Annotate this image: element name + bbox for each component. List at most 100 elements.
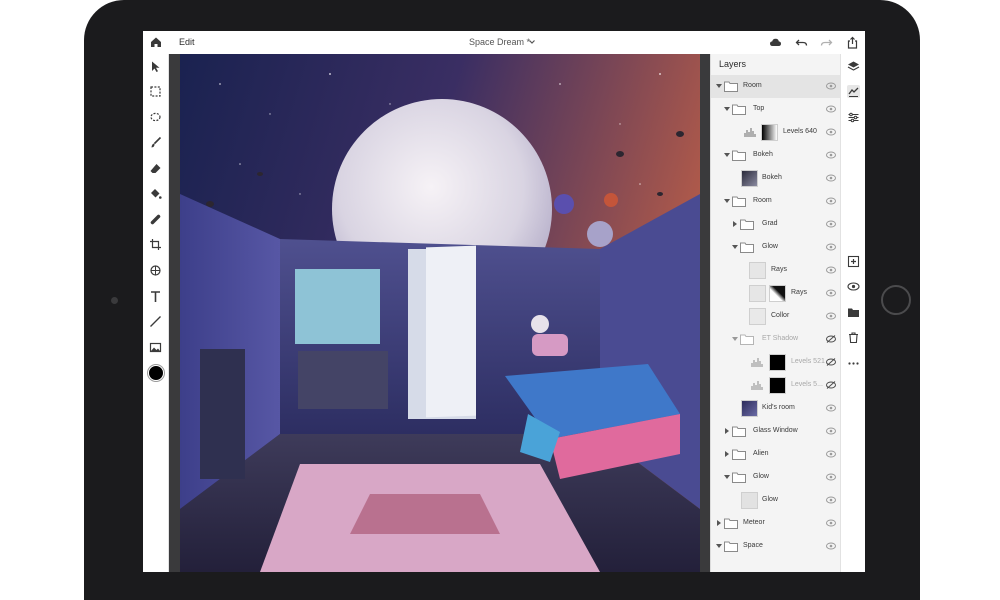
type-icon[interactable] [149,290,162,303]
layer-glow[interactable]: Glow [711,489,841,512]
layer-bokeh-group[interactable]: Bokeh [711,144,841,167]
undo-icon[interactable] [795,36,808,49]
more-options-icon[interactable] [847,357,860,370]
layer-glass-window[interactable]: Glass Window [711,420,841,443]
eye-icon[interactable] [826,496,836,504]
trash-icon[interactable] [847,331,860,344]
properties-bar [840,54,865,572]
layer-rays[interactable]: Rays [711,259,841,282]
expanded-chevron-icon[interactable] [724,198,730,204]
foreground-color-swatch[interactable] [148,365,164,381]
eye-hidden-icon[interactable] [826,335,836,343]
layer-name: Rays [791,289,807,296]
redo-icon[interactable] [820,36,833,49]
layer-name: Room [753,197,772,204]
layer-glow-group[interactable]: Glow [711,236,841,259]
expanded-chevron-icon[interactable] [732,336,738,342]
group-folder-icon[interactable] [847,306,860,319]
layer-thumbnail [741,400,758,417]
add-layer-icon[interactable] [847,255,860,268]
place-image-icon[interactable] [149,341,162,354]
expanded-chevron-icon[interactable] [724,474,730,480]
eye-icon[interactable] [826,174,836,182]
eye-hidden-icon[interactable] [826,358,836,366]
layer-levels-521[interactable]: Levels 521 [711,351,841,374]
cloud-icon[interactable] [769,36,782,49]
sliders-icon[interactable] [847,111,860,124]
eye-icon[interactable] [826,473,836,481]
eye-icon[interactable] [826,220,836,228]
chevron-down-icon[interactable] [528,38,536,46]
layer-name: ET Shadow [762,335,799,342]
eye-icon[interactable] [826,151,836,159]
crop-icon[interactable] [149,238,162,251]
eye-icon[interactable] [826,312,836,320]
eye-icon[interactable] [826,542,836,550]
eye-icon[interactable] [826,427,836,435]
expanded-chevron-icon[interactable] [716,83,722,89]
layer-name: Grad [762,220,778,227]
layer-grad[interactable]: Grad [711,213,841,236]
eye-icon[interactable] [826,243,836,251]
layer-alien[interactable]: Alien [711,443,841,466]
folder-icon [740,334,754,345]
layer-levels-5[interactable]: Levels 5... [711,374,841,397]
expanded-chevron-icon[interactable] [724,152,730,158]
eye-icon[interactable] [826,128,836,136]
layer-kids-room[interactable]: Kid's room [711,397,841,420]
layer-glow-group-2[interactable]: Glow [711,466,841,489]
expanded-chevron-icon[interactable] [732,244,738,250]
eye-hidden-icon[interactable] [826,381,836,389]
marquee-icon[interactable] [149,85,162,98]
artwork-image[interactable] [180,54,700,572]
eye-icon[interactable] [826,266,836,274]
clone-icon[interactable] [149,264,162,277]
expanded-chevron-icon[interactable] [716,543,722,549]
document-title[interactable]: Space Dream * [469,37,530,47]
layer-top[interactable]: Top [711,98,841,121]
visibility-icon[interactable] [847,280,860,293]
eye-icon[interactable] [826,105,836,113]
layer-name: Glow [753,473,769,480]
brush-icon[interactable] [149,136,162,149]
edit-tab[interactable]: Edit [179,37,195,47]
layers-stack-icon[interactable] [847,60,860,73]
select-arrow-icon[interactable] [149,60,162,73]
fill-bucket-icon[interactable] [149,187,162,200]
layer-name: Levels 5... [791,381,823,388]
layer-room-sub[interactable]: Room [711,190,841,213]
lasso-icon[interactable] [149,111,162,124]
eye-icon[interactable] [826,82,836,90]
layer-rays-masked[interactable]: Rays [711,282,841,305]
folder-icon [732,449,746,460]
eye-icon[interactable] [826,519,836,527]
adjustments-icon[interactable] [847,85,860,98]
layer-et-shadow[interactable]: ET Shadow [711,328,841,351]
layer-name: Glow [762,496,778,503]
canvas-area[interactable] [169,54,710,572]
layer-meteor[interactable]: Meteor [711,512,841,535]
layer-levels-640[interactable]: Levels 640 [711,121,841,144]
eye-icon[interactable] [826,450,836,458]
collapsed-chevron-icon[interactable] [732,221,738,227]
layer-thumbnail [749,308,766,325]
expanded-chevron-icon[interactable] [724,106,730,112]
home-icon[interactable] [149,35,163,49]
collapsed-chevron-icon[interactable] [724,451,730,457]
layer-bokeh[interactable]: Bokeh [711,167,841,190]
layer-room[interactable]: Room [711,75,841,98]
eye-icon[interactable] [826,289,836,297]
collapsed-chevron-icon[interactable] [716,520,722,526]
line-icon[interactable] [149,315,162,328]
collapsed-chevron-icon[interactable] [724,428,730,434]
eye-icon[interactable] [826,197,836,205]
eraser-icon[interactable] [149,162,162,175]
eye-icon[interactable] [826,404,836,412]
layer-name: Levels 640 [783,128,817,135]
layer-name: Collor [771,312,790,319]
share-icon[interactable] [846,36,859,49]
healing-icon[interactable] [149,213,162,226]
layer-space[interactable]: Space [711,535,841,558]
home-button[interactable] [881,285,911,315]
layer-collor[interactable]: Collor [711,305,841,328]
